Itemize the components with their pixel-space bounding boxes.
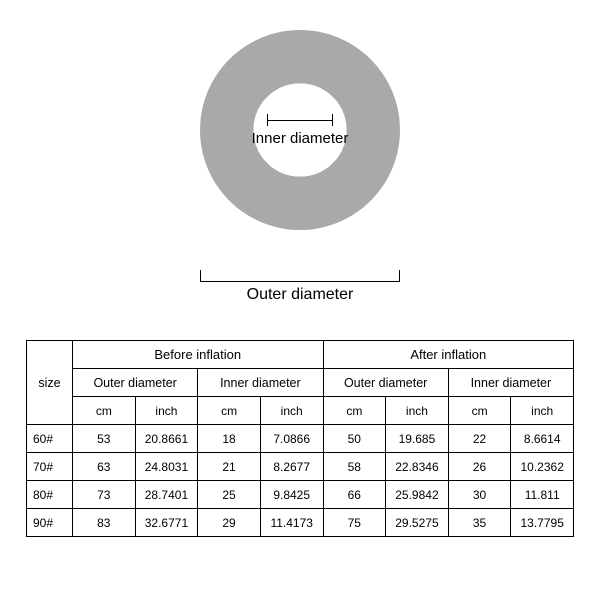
cell-value: 20.8661 bbox=[135, 425, 198, 453]
cell-size: 80# bbox=[27, 481, 73, 509]
cell-value: 22 bbox=[448, 425, 511, 453]
cell-value: 11.811 bbox=[511, 481, 574, 509]
outer-diameter-label: Outer diameter bbox=[0, 286, 600, 304]
cell-value: 22.8346 bbox=[386, 453, 449, 481]
ring-diagram: Inner diameter Outer diameter bbox=[0, 30, 600, 310]
cell-value: 13.7795 bbox=[511, 509, 574, 537]
header-unit-inch: inch bbox=[511, 397, 574, 425]
cell-value: 58 bbox=[323, 453, 386, 481]
size-table: size Before inflation After inflation Ou… bbox=[26, 340, 574, 537]
cell-value: 11.4173 bbox=[260, 509, 323, 537]
header-unit-cm: cm bbox=[73, 397, 136, 425]
outer-diameter-bracket bbox=[200, 270, 400, 282]
cell-value: 83 bbox=[73, 509, 136, 537]
cell-value: 18 bbox=[198, 425, 261, 453]
cell-value: 25 bbox=[198, 481, 261, 509]
cell-value: 75 bbox=[323, 509, 386, 537]
table-row: 60#5320.8661187.08665019.685228.6614 bbox=[27, 425, 574, 453]
cell-size: 60# bbox=[27, 425, 73, 453]
inner-diameter-label: Inner diameter bbox=[200, 130, 400, 147]
cell-value: 29.5275 bbox=[386, 509, 449, 537]
cell-value: 26 bbox=[448, 453, 511, 481]
cell-size: 70# bbox=[27, 453, 73, 481]
header-after-inflation: After inflation bbox=[323, 341, 574, 369]
header-outer-diameter: Outer diameter bbox=[323, 369, 448, 397]
cell-value: 24.8031 bbox=[135, 453, 198, 481]
cell-size: 90# bbox=[27, 509, 73, 537]
cell-value: 9.8425 bbox=[260, 481, 323, 509]
header-size: size bbox=[27, 341, 73, 425]
header-inner-diameter: Inner diameter bbox=[198, 369, 323, 397]
cell-value: 19.685 bbox=[386, 425, 449, 453]
table-row: 90#8332.67712911.41737529.52753513.7795 bbox=[27, 509, 574, 537]
header-unit-inch: inch bbox=[386, 397, 449, 425]
header-unit-cm: cm bbox=[323, 397, 386, 425]
cell-value: 63 bbox=[73, 453, 136, 481]
cell-value: 30 bbox=[448, 481, 511, 509]
cell-value: 50 bbox=[323, 425, 386, 453]
cell-value: 21 bbox=[198, 453, 261, 481]
table-row: 70#6324.8031218.26775822.83462610.2362 bbox=[27, 453, 574, 481]
cell-value: 28.7401 bbox=[135, 481, 198, 509]
header-unit-inch: inch bbox=[135, 397, 198, 425]
cell-value: 8.2677 bbox=[260, 453, 323, 481]
cell-value: 53 bbox=[73, 425, 136, 453]
header-unit-cm: cm bbox=[198, 397, 261, 425]
cell-value: 35 bbox=[448, 509, 511, 537]
header-unit-inch: inch bbox=[260, 397, 323, 425]
cell-value: 32.6771 bbox=[135, 509, 198, 537]
header-inner-diameter: Inner diameter bbox=[448, 369, 573, 397]
cell-value: 7.0866 bbox=[260, 425, 323, 453]
cell-value: 29 bbox=[198, 509, 261, 537]
header-outer-diameter: Outer diameter bbox=[73, 369, 198, 397]
header-before-inflation: Before inflation bbox=[73, 341, 324, 369]
cell-value: 25.9842 bbox=[386, 481, 449, 509]
cell-value: 10.2362 bbox=[511, 453, 574, 481]
header-unit-cm: cm bbox=[448, 397, 511, 425]
inner-diameter-bracket bbox=[267, 120, 333, 121]
table-row: 80#7328.7401259.84256625.98423011.811 bbox=[27, 481, 574, 509]
cell-value: 73 bbox=[73, 481, 136, 509]
cell-value: 66 bbox=[323, 481, 386, 509]
cell-value: 8.6614 bbox=[511, 425, 574, 453]
